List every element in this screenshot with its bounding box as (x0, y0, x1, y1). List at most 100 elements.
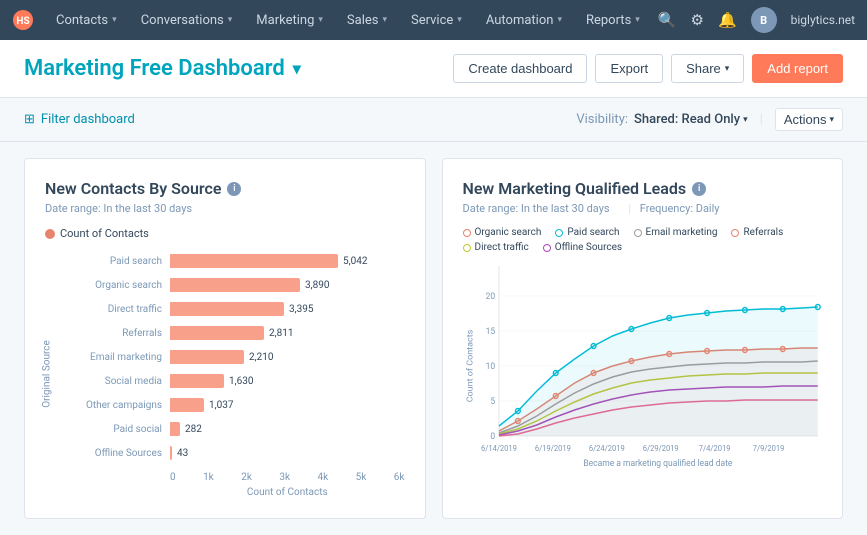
nav-icons: 🔍 ⚙ 🔔 B biglytics.net ▾ (658, 7, 867, 33)
bar-chart-wrapper: Original Source Paid search5,042Organic … (45, 250, 405, 498)
bar-label: Offline Sources (80, 448, 170, 459)
chevron-down-icon: ▾ (228, 15, 233, 25)
domain-label[interactable]: biglytics.net (791, 13, 855, 27)
svg-text:15: 15 (485, 327, 495, 337)
chart1-subtitle: Date range: In the last 30 days (45, 202, 405, 215)
share-button[interactable]: Share ▾ (671, 54, 744, 83)
visibility-label: Visibility: (576, 112, 628, 127)
legend-circle-icon (463, 244, 471, 252)
legend-circle-icon (731, 229, 739, 237)
legend-dot-icon (45, 229, 55, 239)
table-row: Email marketing2,210 (80, 346, 405, 368)
chart2-title: New Marketing Qualified Leads i (463, 179, 823, 198)
bar-fill (170, 422, 180, 436)
bar-track: 5,042 (170, 254, 405, 268)
chart1-legend: Count of Contacts (45, 227, 405, 240)
svg-text:7/9/2019: 7/9/2019 (752, 444, 784, 453)
legend-item: Paid search (555, 227, 619, 238)
bar-fill (170, 254, 338, 268)
nav-marketing[interactable]: Marketing ▾ (246, 0, 333, 40)
table-row: Paid search5,042 (80, 250, 405, 272)
bar-fill (170, 326, 264, 340)
table-row: Referrals2,811 (80, 322, 405, 344)
legend-circle-icon (543, 244, 551, 252)
table-row: Other campaigns1,037 (80, 394, 405, 416)
bar-fill (170, 374, 224, 388)
avatar[interactable]: B (751, 7, 777, 33)
x-tick: 6k (394, 472, 405, 483)
chart2-info-icon[interactable]: i (692, 182, 706, 196)
bar-fill (170, 302, 284, 316)
bar-value: 3,395 (289, 304, 313, 315)
filter-right: Visibility: Shared: Read Only ▾ | Action… (576, 108, 843, 131)
chevron-down-icon: ▾ (112, 15, 117, 25)
bar-value: 282 (185, 424, 202, 435)
notifications-icon[interactable]: 🔔 (718, 11, 737, 29)
header-bar: Marketing Free Dashboard ▾ Create dashbo… (0, 40, 867, 98)
nav-reports[interactable]: Reports ▾ (576, 0, 650, 40)
chevron-down-icon: ▾ (457, 15, 462, 25)
svg-text:Count of Contacts: Count of Contacts (465, 329, 475, 402)
x-tick: 1k (203, 472, 214, 483)
bar-track: 282 (170, 422, 405, 436)
svg-text:6/24/2019: 6/24/2019 (588, 444, 624, 453)
legend-label: Direct traffic (475, 242, 529, 253)
y-axis-label: Original Source (41, 340, 52, 408)
svg-text:5: 5 (490, 397, 495, 407)
chevron-down-icon: ▾ (318, 15, 323, 25)
x-tick: 3k (279, 472, 290, 483)
svg-text:Became a marketing qualified l: Became a marketing qualified lead date (583, 459, 732, 469)
legend-label: Referrals (743, 227, 783, 238)
hubspot-logo[interactable]: HS (12, 9, 34, 31)
add-report-button[interactable]: Add report (752, 54, 843, 83)
legend-circle-icon (463, 229, 471, 237)
chevron-down-icon: ▾ (557, 15, 562, 25)
chevron-down-icon: ▾ (382, 15, 387, 25)
svg-text:7/4/2019: 7/4/2019 (698, 444, 730, 453)
visibility-value[interactable]: Shared: Read Only ▾ (634, 112, 748, 127)
line-chart-area: 0 5 10 15 20 Count of Contacts (463, 261, 823, 481)
bar-label: Paid search (80, 256, 170, 267)
nav-conversations[interactable]: Conversations ▾ (131, 0, 243, 40)
dashboard-title: Marketing Free Dashboard ▾ (24, 56, 301, 81)
bar-track: 1,630 (170, 374, 405, 388)
x-tick: 2k (241, 472, 252, 483)
bar-label: Direct traffic (80, 304, 170, 315)
export-button[interactable]: Export (595, 54, 663, 83)
actions-button[interactable]: Actions ▾ (775, 108, 843, 131)
nav-sales[interactable]: Sales ▾ (337, 0, 397, 40)
x-axis: 01k2k3k4k5k6k (170, 472, 405, 483)
legend-label: Offline Sources (555, 242, 622, 253)
bar-value: 1,630 (229, 376, 253, 387)
bar-track: 3,890 (170, 278, 405, 292)
svg-text:HS: HS (16, 16, 29, 27)
line-chart-legend: Organic searchPaid searchEmail marketing… (463, 227, 823, 253)
nav-service[interactable]: Service ▾ (401, 0, 472, 40)
settings-icon[interactable]: ⚙ (691, 11, 704, 29)
legend-item: Direct traffic (463, 242, 529, 253)
bar-track: 43 (170, 446, 405, 460)
bar-label: Paid social (80, 424, 170, 435)
x-tick: 0 (170, 472, 176, 483)
nav-automation[interactable]: Automation ▾ (476, 0, 572, 40)
nav-contacts[interactable]: Contacts ▾ (46, 0, 127, 40)
table-row: Social media1,630 (80, 370, 405, 392)
bar-track: 3,395 (170, 302, 405, 316)
legend-circle-icon (555, 229, 563, 237)
bar-track: 2,210 (170, 350, 405, 364)
table-row: Direct traffic 3,395 (80, 298, 405, 320)
navbar: HS Contacts ▾ Conversations ▾ Marketing … (0, 0, 867, 40)
title-dropdown-icon[interactable]: ▾ (293, 59, 301, 78)
bar-fill (170, 446, 172, 460)
filter-dashboard-button[interactable]: ⊞ Filter dashboard (24, 112, 135, 127)
x-tick: 5k (356, 472, 367, 483)
create-dashboard-button[interactable]: Create dashboard (453, 54, 587, 83)
line-chart-svg: 0 5 10 15 20 Count of Contacts (463, 261, 823, 471)
chart1-info-icon[interactable]: i (227, 182, 241, 196)
search-icon[interactable]: 🔍 (658, 11, 677, 29)
chart-new-contacts-by-source: New Contacts By Source i Date range: In … (24, 158, 426, 519)
filter-grid-icon: ⊞ (24, 112, 35, 127)
legend-item: Referrals (731, 227, 783, 238)
filter-label: Filter dashboard (41, 112, 135, 127)
bar-track: 2,811 (170, 326, 405, 340)
